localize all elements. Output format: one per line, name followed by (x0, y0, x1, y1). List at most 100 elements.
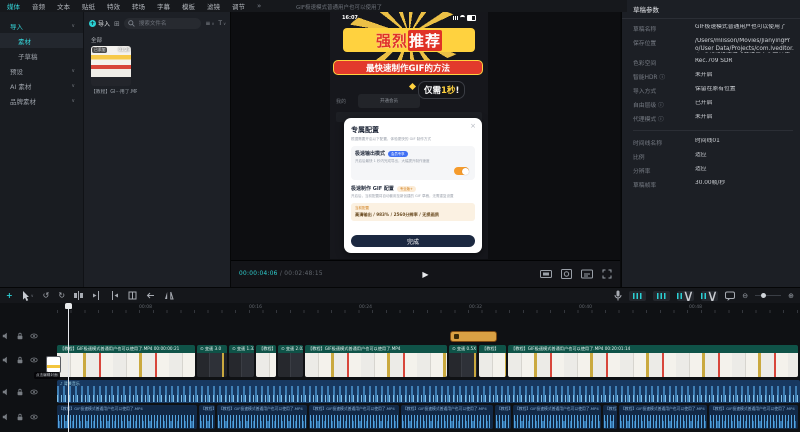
mute-icon[interactable] (2, 332, 10, 340)
menu-item-transition[interactable]: 转场 (132, 1, 145, 11)
slider-knob[interactable] (761, 293, 766, 298)
import-button[interactable]: + 导入 (89, 19, 110, 28)
video-clip[interactable]: 【教程】GIF极速模式普通用户也可以使用了.MP4 00:00:00:21 (57, 345, 195, 377)
menu-item-captions[interactable]: 字幕 (157, 1, 170, 11)
search-icon (128, 20, 135, 27)
audio-clip[interactable]: 【教程】GIF极速模式普通用户也可以使用了.MP4 (401, 405, 493, 429)
clip-label: 【教程】GIF极速模式普通用户也可以使用了.MP4 (619, 405, 707, 412)
audio-clip[interactable]: 【教程】 (199, 405, 215, 429)
filter-icon[interactable]: T∨ (218, 20, 226, 27)
hide-icon[interactable] (30, 332, 38, 340)
record-voiceover-icon[interactable] (614, 290, 622, 301)
video-clip[interactable]: 【教程】 (256, 345, 276, 377)
menu-item-media[interactable]: 媒体 (7, 1, 20, 11)
close-icon[interactable]: × (470, 122, 476, 130)
hide-icon[interactable] (30, 356, 38, 364)
video-clip[interactable]: 【教程】GIF极速模式普通用户也可以使用了.MP4 (305, 345, 447, 377)
clip-label: 【教程】GIF极速模式普通用户也可以使用了.MP4 (57, 405, 197, 412)
audio-clip[interactable]: 【教程】GIF极速模式普通用户也可以使用了.MP4 (57, 405, 197, 429)
playhead[interactable] (68, 303, 69, 432)
rail-item-material[interactable]: 素材 (0, 33, 83, 48)
menu-more-icon[interactable]: » (257, 2, 261, 10)
timeline-ruler[interactable]: 00:08 00:16 00:24 00:32 00:40 00:48 (57, 305, 800, 313)
trim-right-icon[interactable] (110, 291, 119, 300)
confirm-button[interactable]: 完成 (351, 235, 475, 247)
rail-item-presets[interactable]: 预设 ∨ (0, 63, 83, 78)
undo-icon[interactable]: ↺ (43, 292, 50, 300)
fullscreen-icon[interactable] (602, 269, 612, 279)
clip-thumbnails (305, 353, 447, 377)
snap-icon[interactable] (653, 291, 670, 301)
timeline-zoom-slider[interactable] (755, 295, 781, 296)
sort-icon[interactable]: ≡∨ (205, 20, 214, 27)
redo-icon[interactable]: ↻ (58, 292, 65, 300)
reverse-icon[interactable] (146, 291, 155, 300)
audio-clip[interactable]: 【教程】GIF极速模式普通用户也可以使用了.MP4 (513, 405, 601, 429)
audio-clip[interactable]: 【教程】GIF极速模式普通用户也可以使用了.MP4 (619, 405, 707, 429)
select-tool-icon[interactable]: ∨ (22, 291, 34, 301)
track-render-icon[interactable] (629, 291, 646, 301)
menu-item-adjust[interactable]: 调节 (232, 1, 245, 11)
menu-item-filter[interactable]: 滤镜 (207, 1, 220, 11)
video-clip[interactable]: ⊙ 变速 3.0 (197, 345, 227, 377)
speed-marker: ⊙ 变速 1.3X (229, 345, 254, 353)
mute-icon[interactable] (2, 413, 10, 421)
lock-icon[interactable] (16, 356, 24, 364)
split-icon[interactable] (74, 291, 83, 300)
video-clip[interactable]: ⊙ 变速 0.5X (449, 345, 477, 377)
mask-adapt-icon[interactable] (561, 269, 572, 279)
music-audio-clip[interactable]: ♪ 背景音乐 (57, 380, 800, 403)
video-clip[interactable]: 【教程】GIF极速模式普通用户也可以使用了.MP4 00:20:01:14 (508, 345, 798, 377)
comment-icon[interactable] (725, 291, 735, 301)
video-clip[interactable]: 【教程】 (479, 345, 506, 377)
trim-left-icon[interactable] (92, 291, 101, 300)
rail-item-import[interactable]: 导入 ∨ (0, 18, 83, 33)
media-card[interactable]: 已添加 01:29 【教程】GI···用了.MP4 (91, 46, 131, 92)
audio-clip[interactable]: 【教程】 (603, 405, 617, 429)
promo-title-part1: 强烈 (376, 30, 408, 51)
lock-icon[interactable] (16, 413, 24, 421)
lock-icon[interactable] (16, 388, 24, 396)
mirror-icon[interactable] (164, 291, 174, 300)
play-button[interactable]: ▶ (422, 270, 428, 279)
gif-config-section: 极速制作 GIF 配置 专业版+ 开启后，当前配置将自动套用至新创建的 GIF … (351, 185, 475, 199)
menu-item-template[interactable]: 模板 (182, 1, 195, 11)
media-toolbar: + 导入 ⊞ ≡∨ T∨ (89, 17, 226, 30)
clip-label: 【教程】GIF极速模式普通用户也可以使用了.MP4 (401, 405, 493, 412)
preview-axis-icon[interactable]: ∨ (701, 291, 718, 301)
clip-thumbnails (57, 353, 195, 377)
video-clip[interactable]: ⊙ 变速 1.3X (229, 345, 254, 377)
add-track-icon[interactable]: + (6, 292, 13, 300)
rail-item-brand-material[interactable]: 品牌素材 ∨ (0, 93, 83, 108)
menu-item-effects[interactable]: 特效 (107, 1, 120, 11)
speed-mode-toggle[interactable] (454, 167, 469, 175)
audio-clip[interactable]: 【教程】GIF极速模式普通用户也可以使用了.MP4 (309, 405, 399, 429)
link-icon[interactable]: ∨ (677, 291, 694, 301)
search-input[interactable] (137, 20, 198, 28)
menu-item-text[interactable]: 文本 (57, 1, 70, 11)
menu-item-audio[interactable]: 音频 (32, 1, 45, 11)
clip-thumbnails (197, 353, 227, 377)
audio-clip[interactable]: 【教程】GIF极速模式普通用户也可以使用了.MP4 (709, 405, 798, 429)
freeze-frame-icon[interactable] (128, 291, 137, 300)
mute-icon[interactable] (2, 388, 10, 396)
zoom-in-icon[interactable]: ⊕ (788, 292, 794, 300)
row-label: 保存位置 (633, 38, 695, 53)
rail-item-subdraft[interactable]: 子草稿 (0, 48, 83, 63)
selected-sticker-clip[interactable] (450, 331, 497, 342)
rail-item-ai-material[interactable]: AI 素材 ∨ (0, 78, 83, 93)
menu-item-sticker[interactable]: 贴纸 (82, 1, 95, 11)
quality-icon[interactable] (581, 269, 593, 279)
timeline[interactable]: 00:08 00:16 00:24 00:32 00:40 00:48 【教程】… (0, 303, 800, 432)
hide-icon[interactable] (30, 388, 38, 396)
audio-clip[interactable]: 【教程】GIF极速模式普通用户也可以使用了.MP4 (217, 405, 307, 429)
hide-icon[interactable] (30, 413, 38, 421)
ratio-icon[interactable] (540, 269, 552, 279)
video-clip[interactable]: ⊙ 变速 2.0X (278, 345, 303, 377)
lock-icon[interactable] (16, 332, 24, 340)
mute-icon[interactable] (2, 356, 10, 364)
audio-clip[interactable]: 【教程】 (495, 405, 511, 429)
cover-thumbnail[interactable] (46, 356, 61, 373)
zoom-out-icon[interactable]: ⊖ (742, 292, 748, 300)
grid-view-icon[interactable]: ⊞ (114, 20, 120, 28)
